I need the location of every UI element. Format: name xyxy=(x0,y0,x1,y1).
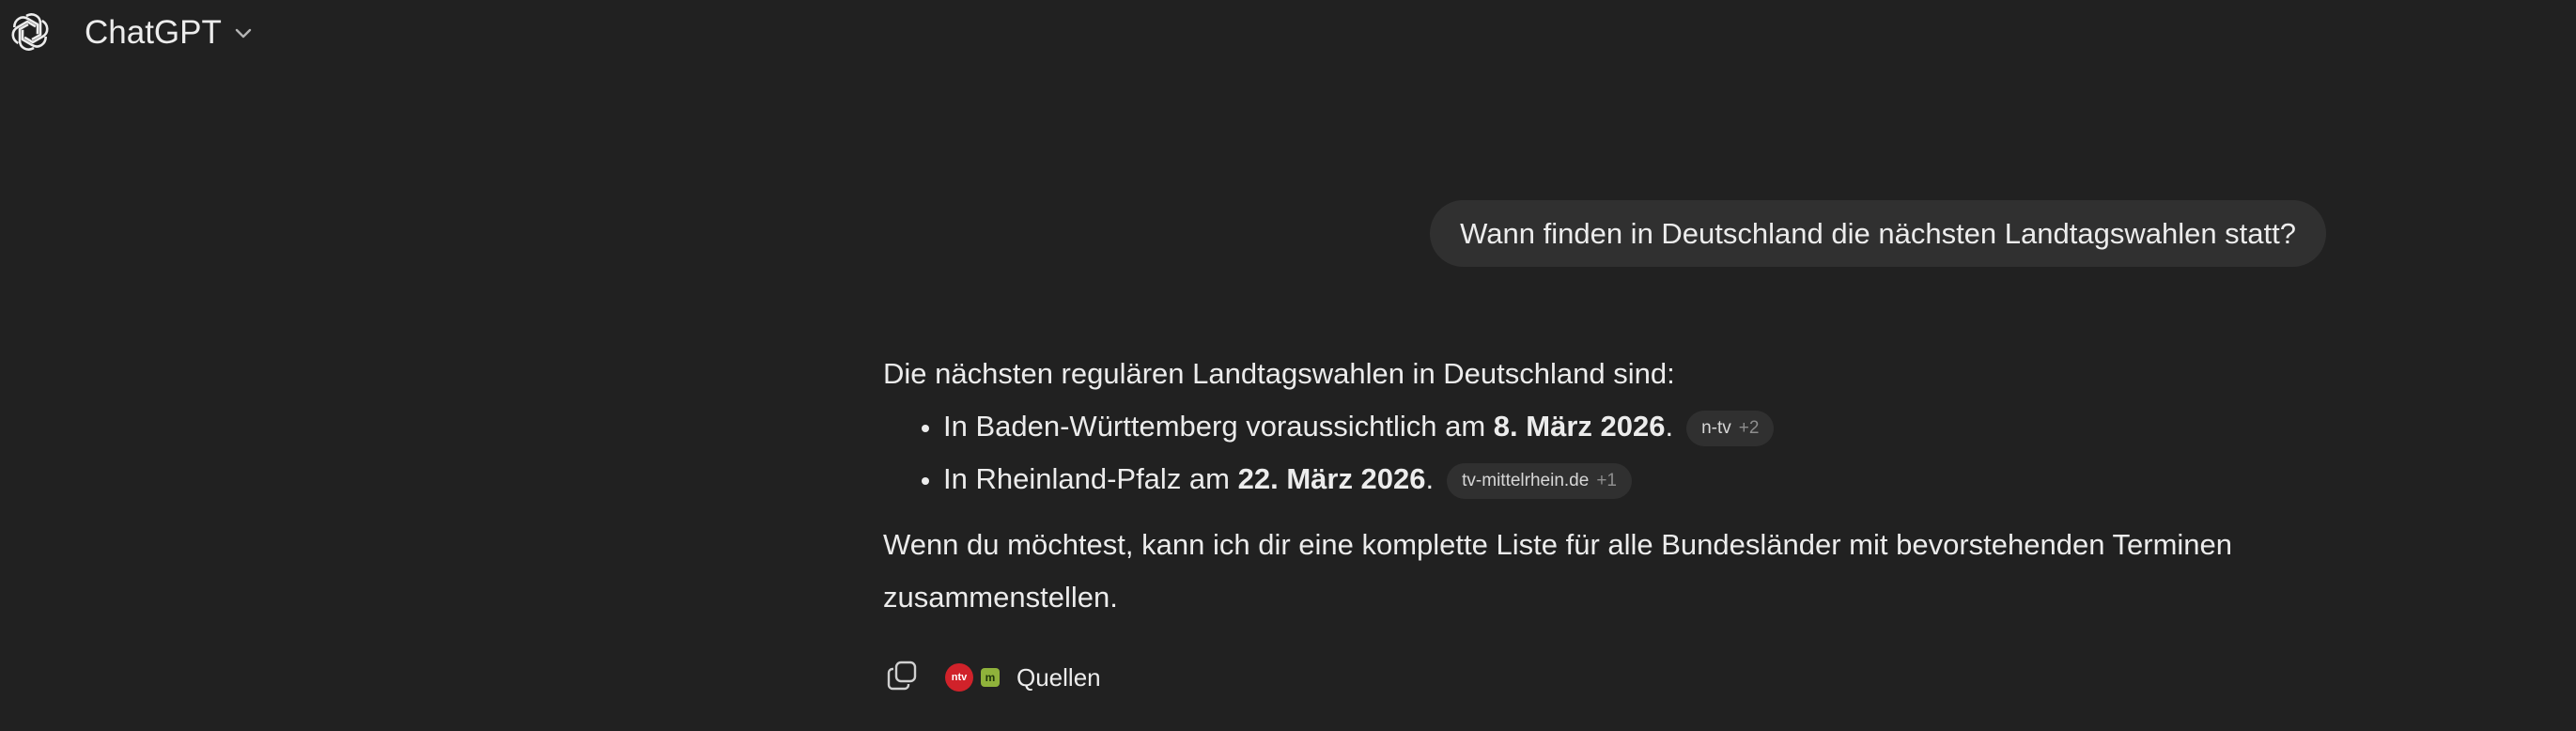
list-item: In Rheinland-Pfalz am 22. März 2026. tv-m… xyxy=(943,453,2335,505)
citation-pill[interactable]: n-tv +2 xyxy=(1686,411,1775,446)
chevron-down-icon xyxy=(233,23,254,43)
mittelrhein-favicon-icon: m xyxy=(981,668,1000,687)
list-item-date: 8. März 2026 xyxy=(1493,410,1666,443)
user-message-bubble: Wann finden in Deutschland die nächsten … xyxy=(1430,200,2326,267)
assistant-message: Die nächsten regulären Landtagswahlen in… xyxy=(883,348,2335,624)
openai-logo-icon[interactable] xyxy=(9,11,51,53)
assistant-list: In Baden-Württemberg voraussichtlich am … xyxy=(883,400,2335,505)
citation-source: n-tv xyxy=(1701,418,1731,438)
copy-icon xyxy=(886,660,918,696)
message-actions: ntv m Quellen xyxy=(883,658,1101,697)
citation-more-count: +1 xyxy=(1596,471,1617,490)
list-item-text: In Baden-Württemberg voraussichtlich am xyxy=(943,410,1494,443)
model-selector-button[interactable]: ChatGPT xyxy=(81,9,257,56)
model-name: ChatGPT xyxy=(85,14,222,51)
user-message-text: Wann finden in Deutschland die nächsten … xyxy=(1460,216,2296,250)
citation-source: tv-mittelrhein.de xyxy=(1462,471,1590,490)
sources-label: Quellen xyxy=(1016,662,1101,692)
list-item: In Baden-Württemberg voraussichtlich am … xyxy=(943,400,2335,453)
assistant-intro: Die nächsten regulären Landtagswahlen in… xyxy=(883,357,1675,390)
list-item-suffix: . xyxy=(1425,462,1435,495)
copy-button[interactable] xyxy=(883,659,921,696)
assistant-outro: Wenn du möchtest, kann ich dir eine komp… xyxy=(883,528,2233,614)
top-bar: ChatGPT xyxy=(0,0,2576,66)
citation-pill[interactable]: tv-mittelrhein.de +1 xyxy=(1447,463,1632,499)
chat-page: ChatGPT Wann finden in Deutschland die n… xyxy=(0,0,2576,731)
list-item-suffix: . xyxy=(1665,410,1674,443)
citation-more-count: +2 xyxy=(1738,418,1760,438)
list-item-text: In Rheinland-Pfalz am xyxy=(943,462,1238,495)
sources-button[interactable]: ntv m Quellen xyxy=(945,663,1101,692)
list-item-date: 22. März 2026 xyxy=(1237,462,1426,495)
ntv-favicon-icon: ntv xyxy=(945,663,973,692)
